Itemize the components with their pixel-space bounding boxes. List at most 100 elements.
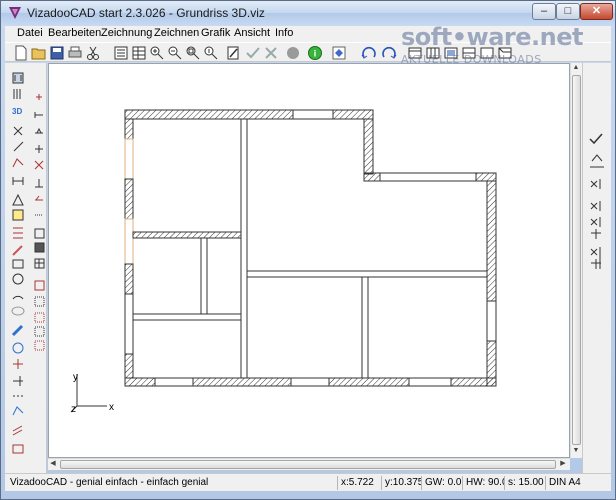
ellipse-icon[interactable] xyxy=(11,306,25,316)
point-icon[interactable] xyxy=(36,94,42,100)
scale-icon[interactable] xyxy=(12,444,24,454)
app-logo-icon xyxy=(9,7,21,19)
array-icon[interactable] xyxy=(590,247,601,257)
rotate-3d-back-icon[interactable] xyxy=(381,45,397,61)
dimension-icon[interactable] xyxy=(12,177,24,185)
3d-view-icon[interactable]: 3D xyxy=(12,107,22,116)
delete-icon[interactable] xyxy=(13,126,23,136)
status-message: VizadooCAD - genial einfach - einfach ge… xyxy=(10,477,209,488)
stretch-icon[interactable] xyxy=(590,217,601,227)
title-bar[interactable]: VizadooCAD start 2.3.026 - Grundriss 3D.… xyxy=(1,1,615,25)
drawing-canvas[interactable]: y x z xyxy=(48,63,570,458)
line-end-icon[interactable] xyxy=(34,112,43,118)
menu-zeichnung[interactable]: Zeichnung xyxy=(101,27,152,39)
text-edit-icon[interactable] xyxy=(590,154,604,168)
axis-indicator: y x z xyxy=(70,372,114,414)
horizontal-scroll-thumb[interactable] xyxy=(60,460,556,469)
tape-icon[interactable] xyxy=(12,425,23,436)
menu-zeichnen[interactable]: Zeichnen xyxy=(154,27,199,39)
wall-icon[interactable] xyxy=(12,72,24,84)
diamond-icon[interactable] xyxy=(331,45,347,61)
copy-x-icon[interactable] xyxy=(590,201,601,211)
info-icon[interactable]: i xyxy=(307,45,323,61)
menu-grafik[interactable]: Grafik xyxy=(201,27,230,39)
arc-icon[interactable] xyxy=(12,295,24,300)
stop-icon[interactable] xyxy=(285,45,301,61)
zoom-out-icon[interactable] xyxy=(167,45,183,61)
hatch-icon[interactable] xyxy=(13,227,23,239)
menu-ansicht[interactable]: Ansicht xyxy=(234,27,270,39)
text-icon[interactable] xyxy=(12,209,24,221)
polyline-icon[interactable] xyxy=(12,158,24,168)
right-toolbar xyxy=(582,63,611,473)
layer-icon[interactable] xyxy=(113,45,129,61)
table-grid-icon[interactable] xyxy=(34,258,45,269)
midpoint-icon[interactable] xyxy=(35,127,43,134)
app-window: VizadooCAD start 2.3.026 - Grundriss 3D.… xyxy=(0,0,616,500)
line-icon[interactable] xyxy=(13,141,24,152)
save-icon[interactable] xyxy=(49,45,65,61)
double-wall-icon[interactable] xyxy=(13,89,21,99)
vertical-scrollbar[interactable]: ▲ ▼ xyxy=(570,63,582,458)
check-icon[interactable] xyxy=(245,45,261,61)
vertical-scroll-thumb[interactable] xyxy=(572,75,581,445)
exterior-walls xyxy=(124,109,497,387)
square-icon[interactable] xyxy=(34,242,45,253)
triangle-icon[interactable] xyxy=(12,193,24,206)
open-icon[interactable] xyxy=(31,45,47,61)
center-icon[interactable] xyxy=(35,145,43,153)
window-title: VizadooCAD start 2.3.026 - Grundriss 3D.… xyxy=(27,6,265,20)
status-scale: s: 15.00 xyxy=(504,476,545,490)
status-x: x:5.722 xyxy=(337,476,381,490)
new-icon[interactable] xyxy=(13,45,29,61)
trim-icon[interactable] xyxy=(13,376,23,386)
frame-icon[interactable] xyxy=(34,280,45,291)
menu-datei[interactable]: Datei xyxy=(17,27,43,39)
status-bar: VizadooCAD - genial einfach - einfach ge… xyxy=(5,473,611,491)
tangent-icon[interactable] xyxy=(35,195,43,201)
edit-icon[interactable] xyxy=(225,45,241,61)
rectangle-icon[interactable] xyxy=(12,259,24,269)
align-icon[interactable] xyxy=(591,257,601,269)
minimize-button[interactable]: – xyxy=(532,3,556,20)
menu-info[interactable]: Info xyxy=(275,27,293,39)
check-mark-icon[interactable] xyxy=(589,133,603,145)
zoom-all-icon[interactable] xyxy=(185,45,201,61)
horizontal-scrollbar[interactable]: ◀ ▶ xyxy=(48,458,570,470)
zoom-window-icon[interactable] xyxy=(203,45,219,61)
close-button[interactable]: ✕ xyxy=(580,3,613,20)
scroll-right-icon[interactable]: ▶ xyxy=(558,459,568,469)
status-gw: GW: 0.0 xyxy=(421,476,462,490)
dotted-rect-icon[interactable] xyxy=(34,296,45,307)
watermark-logo: soft•ware.net AKTUELLE DOWNLOADS xyxy=(399,23,615,67)
maximize-button[interactable]: □ xyxy=(556,3,580,20)
cut-icon[interactable] xyxy=(85,45,101,61)
cancel-icon[interactable] xyxy=(263,45,279,61)
zoom-in-icon[interactable] xyxy=(149,45,165,61)
dotted-rect-3-icon[interactable] xyxy=(34,340,45,351)
menu-bearbeiten[interactable]: Bearbeiten xyxy=(48,27,101,39)
snap-icon[interactable] xyxy=(13,359,23,369)
mirror-x-icon[interactable] xyxy=(591,229,601,239)
axis-icon[interactable] xyxy=(12,406,24,416)
dotted-rect-2-icon[interactable] xyxy=(34,326,45,337)
scroll-up-icon[interactable]: ▲ xyxy=(571,63,581,73)
axis-y-label: y xyxy=(73,372,78,383)
scroll-down-icon[interactable]: ▼ xyxy=(571,446,581,456)
print-icon[interactable] xyxy=(67,45,83,61)
scroll-left-icon[interactable]: ◀ xyxy=(48,459,58,469)
move-x-icon[interactable] xyxy=(590,179,601,189)
perpendicular-icon[interactable] xyxy=(35,179,43,188)
rotate-3d-icon[interactable] xyxy=(361,45,377,61)
circle-icon[interactable] xyxy=(12,273,24,285)
floor-plan xyxy=(124,109,497,387)
table-icon[interactable] xyxy=(131,45,147,61)
status-paper: DIN A4 xyxy=(545,476,609,490)
grid-icon[interactable] xyxy=(34,228,45,239)
euro-icon[interactable] xyxy=(12,342,24,354)
pencil-icon[interactable] xyxy=(12,245,23,256)
brush-icon[interactable] xyxy=(11,324,24,337)
intersection-icon[interactable] xyxy=(34,160,44,170)
dotted-grid-icon[interactable] xyxy=(34,312,45,323)
interior-walls xyxy=(132,118,488,379)
